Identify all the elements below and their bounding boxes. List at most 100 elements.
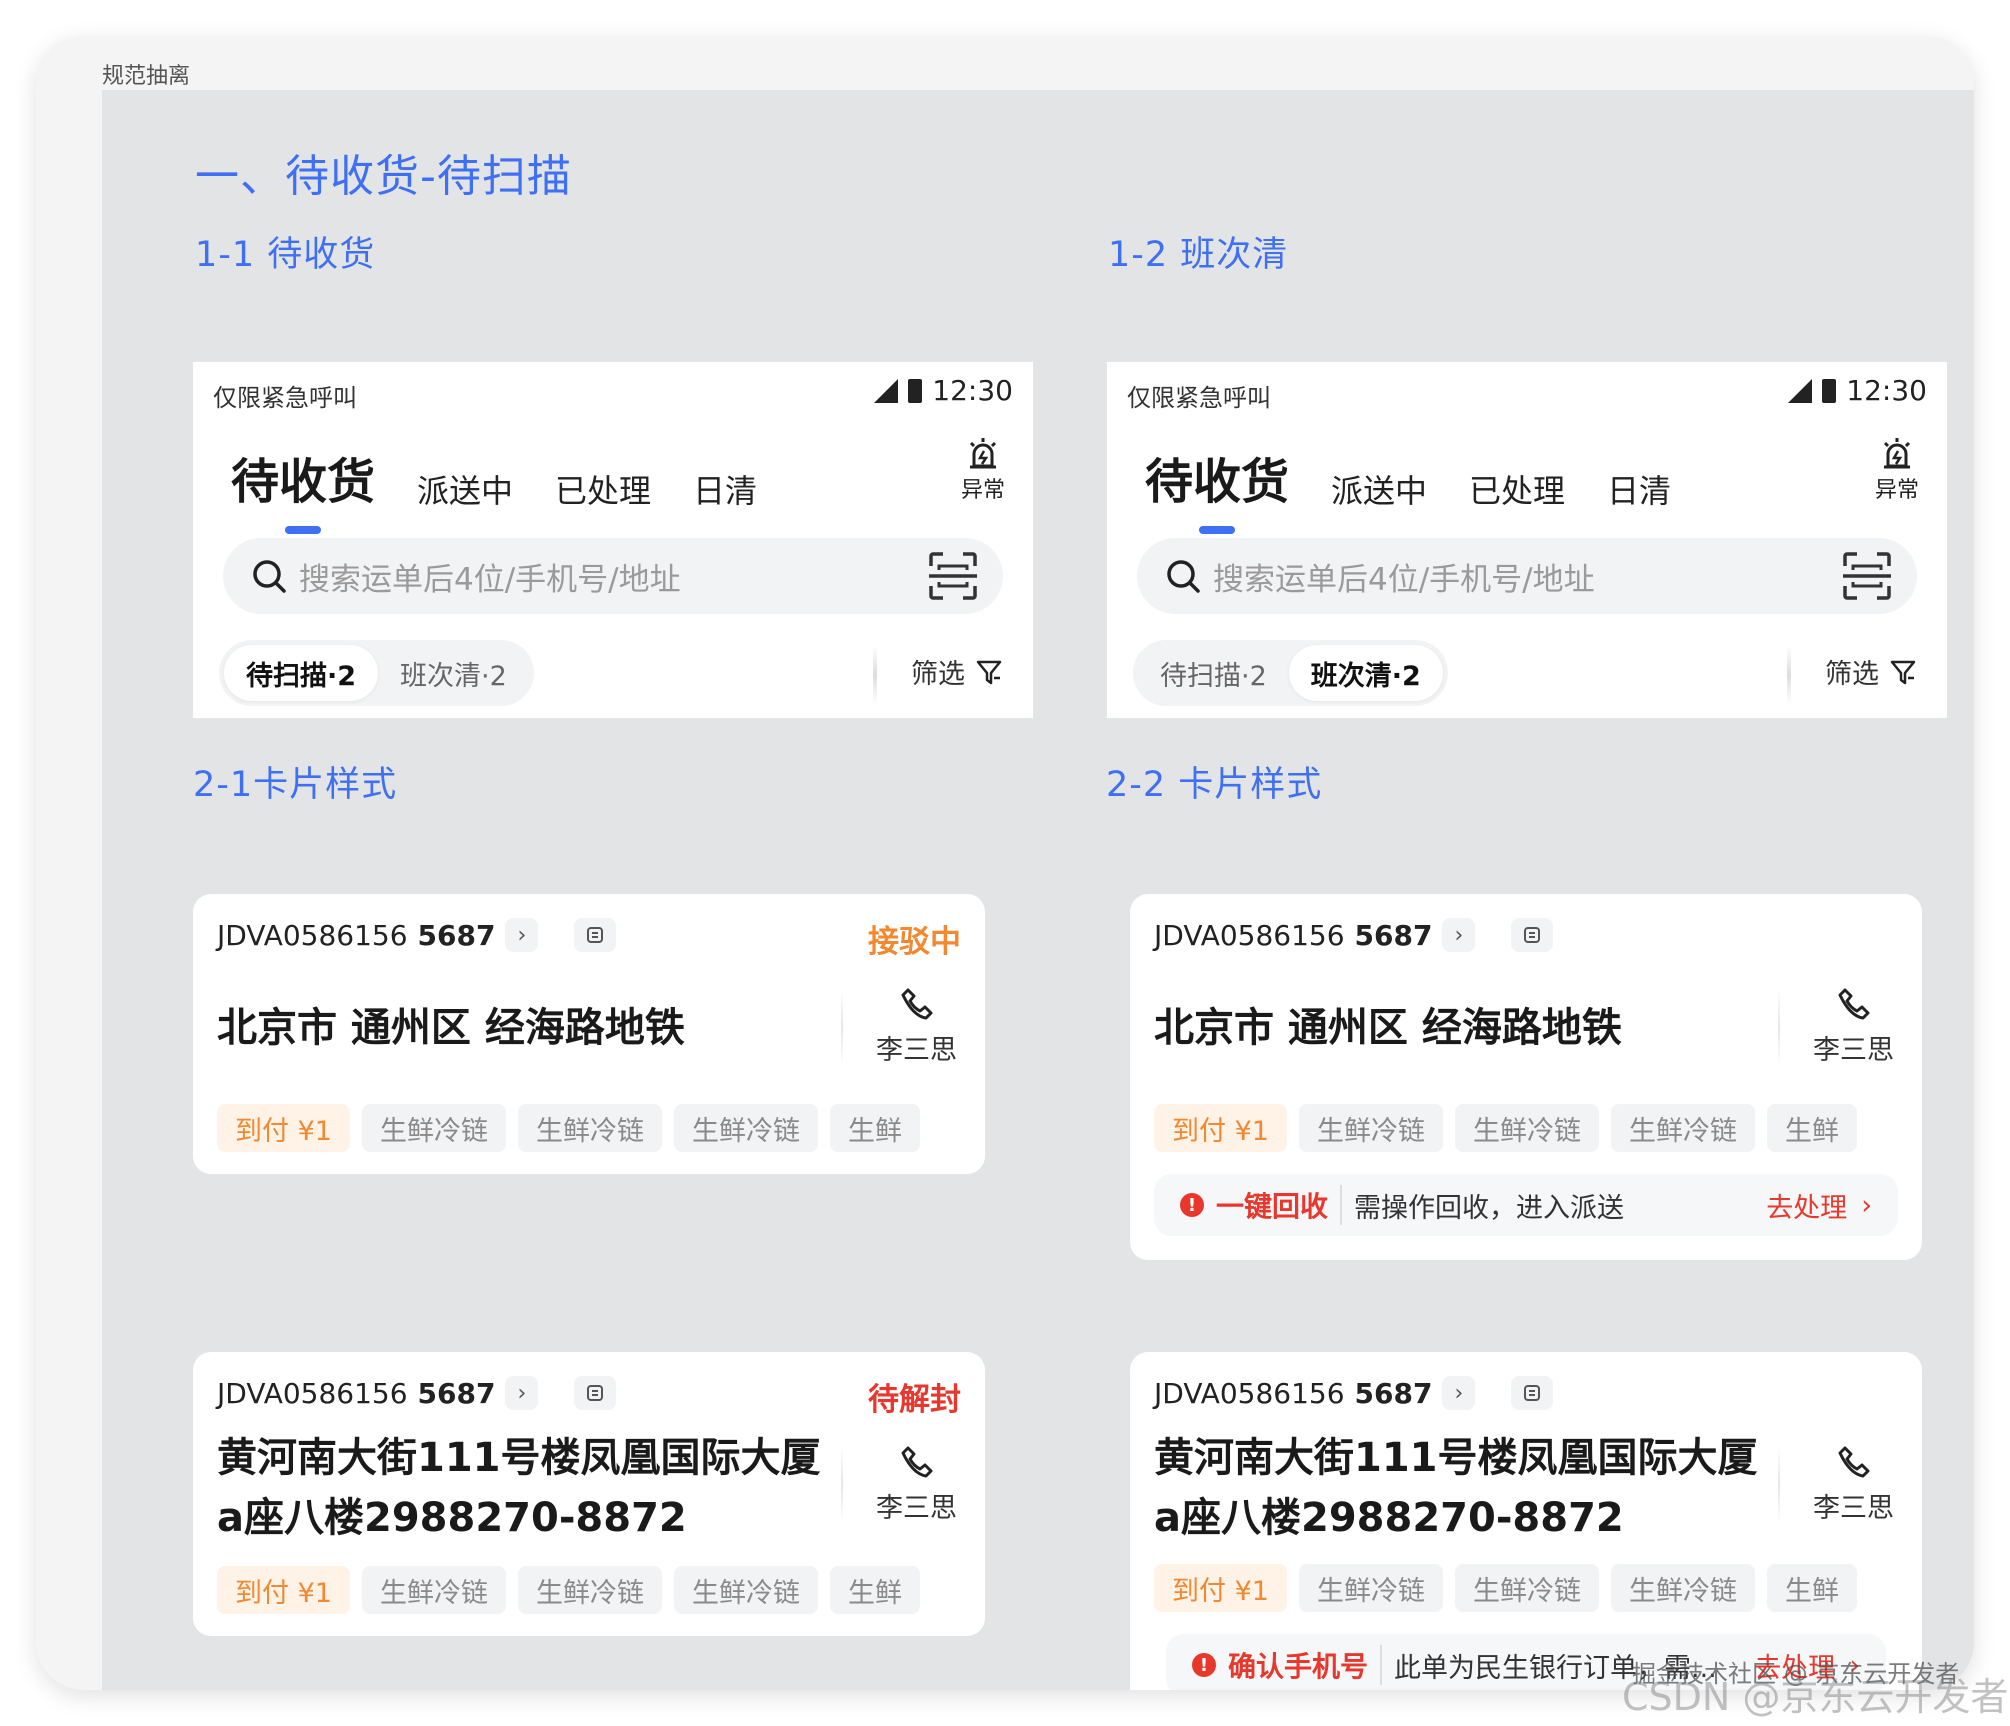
frame-label: 规范抽离 bbox=[102, 64, 191, 89]
phone-icon bbox=[1838, 1446, 1869, 1478]
waybill-number: JDVA0586156 5687 › bbox=[1154, 1376, 1554, 1410]
status-time: 12:30 bbox=[932, 374, 1013, 407]
chevron-right-icon[interactable]: › bbox=[505, 1376, 539, 1410]
tab-to-receive[interactable]: 待收货 bbox=[1145, 442, 1289, 534]
waybill-number: JDVA0586156 5687 › bbox=[217, 918, 617, 952]
chevron-right-icon[interactable]: › bbox=[505, 918, 539, 952]
heading-1-1: 1-1 待收货 bbox=[195, 235, 376, 275]
tag-item: 生鲜冷链 bbox=[1298, 1564, 1443, 1612]
tab-daily-clear[interactable]: 日清 bbox=[693, 466, 757, 512]
tab-to-receive[interactable]: 待收货 bbox=[231, 442, 375, 534]
chevron-right-icon[interactable]: › bbox=[1442, 918, 1476, 952]
status-time: 12:30 bbox=[1846, 374, 1927, 407]
call-contact-button[interactable]: 李三思 bbox=[1813, 1444, 1894, 1525]
copy-icon[interactable] bbox=[574, 918, 617, 952]
waybill-prefix: JDVA0586156 bbox=[217, 918, 408, 952]
call-contact-button[interactable]: 李三思 bbox=[876, 986, 957, 1067]
tag-list: 到付 ¥1 生鲜冷链 生鲜冷链 生鲜冷链 生鲜 bbox=[217, 1566, 920, 1614]
seg-to-scan[interactable]: 待扫描·2 bbox=[1138, 645, 1289, 701]
tag-item: 生鲜 bbox=[829, 1566, 920, 1614]
seg-shift-clear[interactable]: 班次清·2 bbox=[1288, 645, 1443, 701]
tag-item: 生鲜冷链 bbox=[517, 1566, 662, 1614]
segment-control: 待扫描·2 班次清·2 bbox=[219, 640, 534, 706]
phone-header-panel-2: 仅限紧急呼叫 12:30 待收货 派送中 已处理 日清 异常 搜索运单后4位/手… bbox=[1107, 362, 1947, 718]
tag-cod: 到付 ¥1 bbox=[1154, 1104, 1287, 1152]
contact-name: 李三思 bbox=[876, 1035, 957, 1066]
scan-icon[interactable] bbox=[927, 550, 979, 602]
tag-list: 到付 ¥1 生鲜冷链 生鲜冷链 生鲜冷链 生鲜 bbox=[217, 1104, 920, 1152]
address-line-2: a座八楼2988270-8872 bbox=[1154, 1495, 1624, 1541]
tag-item: 生鲜 bbox=[1766, 1564, 1857, 1612]
contact-name: 李三思 bbox=[1813, 1035, 1894, 1066]
filter-divider bbox=[873, 646, 877, 704]
copy-icon[interactable] bbox=[1511, 918, 1554, 952]
tab-processed[interactable]: 已处理 bbox=[1469, 466, 1565, 512]
waybill-suffix: 5687 bbox=[1354, 918, 1433, 952]
tag-item: 生鲜冷链 bbox=[1610, 1564, 1755, 1612]
contact-name: 李三思 bbox=[876, 1493, 957, 1524]
status-bar-right: 12:30 bbox=[874, 374, 1013, 407]
contact-divider bbox=[841, 988, 843, 1066]
waybill-card[interactable]: JDVA0586156 5687 › 接驳中 北京市 通州区 经海路地铁 李三思… bbox=[193, 894, 985, 1174]
tab-delivering[interactable]: 派送中 bbox=[1331, 466, 1427, 512]
tab-daily-clear[interactable]: 日清 bbox=[1607, 466, 1671, 512]
battery-icon bbox=[1822, 378, 1837, 403]
call-contact-button[interactable]: 李三思 bbox=[1813, 986, 1894, 1067]
seg-shift-clear[interactable]: 班次清·2 bbox=[378, 645, 529, 701]
tag-item: 生鲜 bbox=[829, 1104, 920, 1152]
copy-icon[interactable] bbox=[574, 1376, 617, 1410]
waybill-card[interactable]: JDVA0586156 5687 › 待解封 黄河南大街111号楼凤凰国际大厦 … bbox=[193, 1352, 985, 1636]
address: 北京市 通州区 经海路地铁 bbox=[1154, 1005, 1622, 1051]
tab-delivering[interactable]: 派送中 bbox=[417, 466, 513, 512]
tag-item: 生鲜冷链 bbox=[361, 1566, 506, 1614]
waybill-prefix: JDVA0586156 bbox=[1154, 918, 1345, 952]
waybill-card[interactable]: JDVA0586156 5687 › 北京市 通州区 经海路地铁 李三思 到付 … bbox=[1130, 894, 1922, 1260]
alarm-icon bbox=[969, 438, 997, 469]
filter-button[interactable]: 筛选 bbox=[1825, 652, 1917, 691]
search-icon bbox=[1167, 560, 1200, 593]
handle-action[interactable]: 去处理 › bbox=[1766, 1186, 1872, 1225]
handle-action-label: 去处理 bbox=[1766, 1192, 1848, 1224]
tag-item: 生鲜冷链 bbox=[1454, 1104, 1599, 1152]
filter-button[interactable]: 筛选 bbox=[911, 652, 1003, 691]
watermark-csdn: CSDN @京东云开发者 bbox=[1622, 1675, 2009, 1719]
chevron-right-icon: › bbox=[1861, 1189, 1872, 1221]
chevron-right-icon[interactable]: › bbox=[1442, 1376, 1476, 1410]
copy-icon[interactable] bbox=[1511, 1376, 1554, 1410]
tab-processed[interactable]: 已处理 bbox=[555, 466, 651, 512]
waybill-number: JDVA0586156 5687 › bbox=[217, 1376, 617, 1410]
status-bar-text: 仅限紧急呼叫 bbox=[213, 384, 357, 412]
search-bar[interactable]: 搜索运单后4位/手机号/地址 bbox=[1137, 538, 1917, 614]
tab-bar: 待收货 派送中 已处理 日清 bbox=[1145, 442, 1671, 534]
waybill-card[interactable]: JDVA0586156 5687 › 黄河南大街111号楼凤凰国际大厦 a座八楼… bbox=[1130, 1352, 1922, 1690]
tag-item: 生鲜 bbox=[1766, 1104, 1857, 1152]
status-badge: 待解封 bbox=[868, 1382, 961, 1418]
tag-list: 到付 ¥1 生鲜冷链 生鲜冷链 生鲜冷链 生鲜 bbox=[1154, 1104, 1857, 1152]
exception-button[interactable]: 异常 bbox=[1875, 436, 1919, 504]
scan-icon[interactable] bbox=[1841, 550, 1893, 602]
tag-item: 生鲜冷链 bbox=[1298, 1104, 1443, 1152]
search-placeholder: 搜索运单后4位/手机号/地址 bbox=[299, 561, 681, 598]
search-icon bbox=[253, 560, 286, 593]
design-frame: 规范抽离 一、待收货-待扫描 1-1 待收货 1-2 班次清 仅限紧急呼叫 12… bbox=[36, 36, 1974, 1690]
waybill-suffix: 5687 bbox=[417, 1376, 496, 1410]
address: 黄河南大街111号楼凤凰国际大厦 a座八楼2988270-8872 bbox=[1154, 1428, 1758, 1548]
contact-name: 李三思 bbox=[1813, 1493, 1894, 1524]
status-badge: 接驳中 bbox=[868, 924, 961, 960]
alert-title: 一键回收 bbox=[1216, 1185, 1343, 1225]
battery-icon bbox=[908, 378, 923, 403]
alert-icon: ! bbox=[1192, 1653, 1216, 1677]
heading-2-2: 2-2 卡片样式 bbox=[1106, 765, 1323, 805]
alarm-icon bbox=[1883, 438, 1911, 469]
status-bar-text: 仅限紧急呼叫 bbox=[1127, 384, 1271, 412]
address: 北京市 通州区 经海路地铁 bbox=[217, 1005, 685, 1051]
exception-button[interactable]: 异常 bbox=[961, 436, 1005, 504]
seg-to-scan[interactable]: 待扫描·2 bbox=[224, 645, 379, 701]
exception-label: 异常 bbox=[1874, 478, 1919, 503]
phone-icon bbox=[901, 988, 932, 1020]
alert-bar-recycle[interactable]: ! 一键回收 需操作回收，进入派送 去处理 › bbox=[1154, 1174, 1898, 1236]
search-bar[interactable]: 搜索运单后4位/手机号/地址 bbox=[223, 538, 1003, 614]
call-contact-button[interactable]: 李三思 bbox=[876, 1444, 957, 1525]
tag-cod: 到付 ¥1 bbox=[217, 1104, 350, 1152]
signal-icon bbox=[874, 378, 899, 403]
